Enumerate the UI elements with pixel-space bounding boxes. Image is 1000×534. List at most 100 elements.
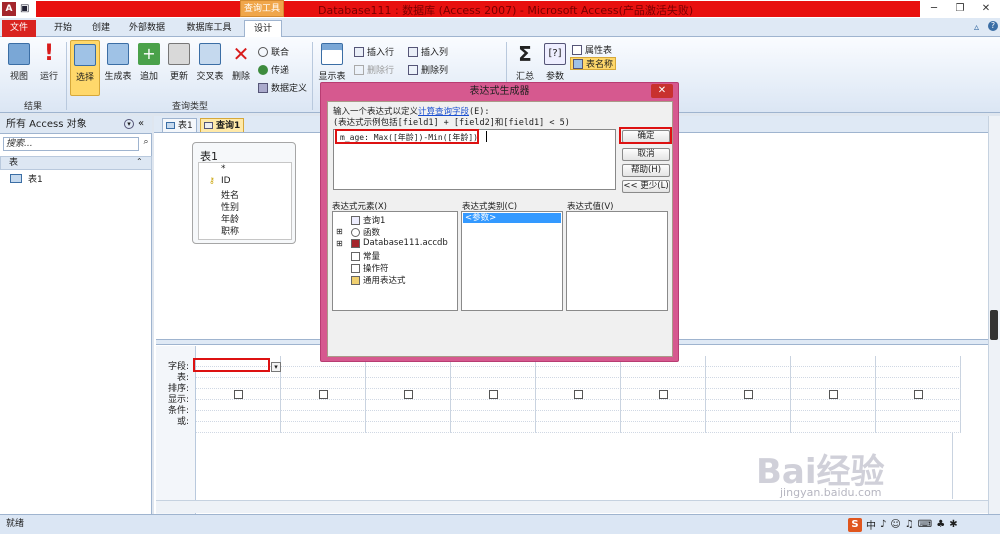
grid-cell[interactable] <box>791 367 876 378</box>
less-button[interactable]: << 更少(L) <box>622 180 670 193</box>
grid-cell[interactable] <box>706 356 791 367</box>
close-button[interactable]: ✕ <box>972 0 1000 17</box>
values-list[interactable] <box>566 211 668 311</box>
grid-cell[interactable] <box>536 400 621 411</box>
grid-cell[interactable] <box>451 422 536 433</box>
field-id[interactable]: ID <box>221 176 231 186</box>
grid-cell[interactable] <box>366 378 451 389</box>
show-checkbox[interactable] <box>743 390 753 399</box>
punctuation-icon[interactable]: ♪ <box>880 519 886 530</box>
tab-create[interactable]: 创建 <box>86 20 116 37</box>
grid-cell[interactable] <box>366 400 451 411</box>
tab-design[interactable]: 设计 <box>244 20 282 37</box>
grid-cell[interactable] <box>876 400 961 411</box>
tree-item-functions[interactable]: 函数 <box>351 226 380 238</box>
scrollbar-thumb[interactable] <box>990 310 998 340</box>
grid-cell[interactable] <box>706 422 791 433</box>
grid-cell[interactable] <box>791 356 876 367</box>
grid-cell[interactable] <box>366 367 451 378</box>
field-dropdown-icon[interactable]: ▾ <box>271 362 281 372</box>
union-button[interactable]: 联合 <box>258 45 289 58</box>
minimize-button[interactable]: ─ <box>920 0 948 17</box>
view-button[interactable]: 视图 <box>4 40 34 96</box>
tree-item-operators[interactable]: 操作符 <box>351 262 389 274</box>
grid-cell[interactable] <box>876 422 961 433</box>
nav-collapse-icon[interactable]: « <box>138 118 144 129</box>
help-button[interactable]: 帮助(H) <box>622 164 670 177</box>
doc-tab-table1[interactable]: 表1 <box>162 118 197 132</box>
grid-cell[interactable] <box>451 400 536 411</box>
grid-cell[interactable] <box>196 400 281 411</box>
grid-cell[interactable] <box>876 367 961 378</box>
field-star[interactable]: * <box>221 164 226 174</box>
grid-cell[interactable] <box>196 422 281 433</box>
tab-home[interactable]: 开始 <box>46 20 80 37</box>
show-checkbox[interactable] <box>233 390 243 399</box>
delete-row-button[interactable]: 删除行 <box>354 63 394 76</box>
grid-cell[interactable] <box>791 378 876 389</box>
access-logo-icon[interactable]: A <box>2 2 16 16</box>
grid-cell[interactable] <box>536 367 621 378</box>
insert-column-button[interactable]: 插入列 <box>408 45 448 58</box>
tab-external-data[interactable]: 外部数据 <box>122 20 172 37</box>
select-query-button[interactable]: 选择 <box>70 40 100 96</box>
grid-cell[interactable] <box>281 400 366 411</box>
grid-cell[interactable] <box>281 367 366 378</box>
insert-row-button[interactable]: 插入行 <box>354 45 394 58</box>
nav-search-input[interactable]: 搜索... <box>3 137 139 151</box>
expand-icon[interactable]: ⊞ <box>336 227 343 236</box>
show-checkbox[interactable] <box>488 390 498 399</box>
tree-item-common-expressions[interactable]: 通用表达式 <box>351 274 406 286</box>
save-icon[interactable]: ▣ <box>20 3 29 14</box>
table-names-button[interactable]: 表名称 <box>570 57 617 70</box>
grid-cell[interactable] <box>621 367 706 378</box>
ime-mode-label[interactable]: 中 <box>866 517 876 532</box>
tree-item-query1[interactable]: 查询1 <box>351 214 385 226</box>
settings-icon[interactable]: ✱ <box>949 519 957 530</box>
tab-file[interactable]: 文件 <box>2 20 36 37</box>
dialog-close-button[interactable]: ✕ <box>651 84 673 98</box>
grid-cell[interactable] <box>536 411 621 422</box>
nav-section-tables[interactable]: 表 <box>0 156 152 170</box>
property-sheet-button[interactable]: 属性表 <box>572 43 612 56</box>
doc-tab-query1[interactable]: 查询1 <box>200 118 245 132</box>
category-item-parameters[interactable]: <参数> <box>463 213 561 223</box>
grid-cell[interactable] <box>621 378 706 389</box>
grid-cell[interactable] <box>451 378 536 389</box>
show-checkbox[interactable] <box>403 390 413 399</box>
grid-cell[interactable] <box>706 411 791 422</box>
grid-cell[interactable] <box>876 411 961 422</box>
crosstab-button[interactable]: 交叉表 <box>194 40 226 96</box>
show-checkbox[interactable] <box>913 390 923 399</box>
grid-cell[interactable] <box>196 378 281 389</box>
tab-database-tools[interactable]: 数据库工具 <box>180 20 238 37</box>
show-checkbox[interactable] <box>658 390 668 399</box>
grid-cell[interactable] <box>536 422 621 433</box>
make-table-button[interactable]: 生成表 <box>102 40 134 96</box>
ime-toolbar[interactable]: S 中 ♪ ☺ ♫ ⌨ ♣ ✱ <box>848 516 1000 533</box>
cancel-button[interactable]: 取消 <box>622 148 670 161</box>
delete-query-button[interactable]: ✕ 删除 <box>226 40 256 96</box>
restore-button[interactable]: ❐ <box>946 0 974 17</box>
grid-cell[interactable] <box>791 400 876 411</box>
horizontal-scrollbar[interactable] <box>156 500 988 513</box>
show-checkbox[interactable] <box>828 390 838 399</box>
grid-cell[interactable] <box>706 400 791 411</box>
grid-cell[interactable] <box>281 411 366 422</box>
emoji-icon[interactable]: ☺ <box>890 519 900 530</box>
elements-tree[interactable]: 查询1 ⊞ 函数 ⊞ Database111.accdb 常量 操作符 通用表达… <box>332 211 458 311</box>
grid-cell[interactable] <box>706 367 791 378</box>
grid-cell[interactable] <box>281 378 366 389</box>
grid-cell[interactable] <box>621 422 706 433</box>
skin-icon[interactable]: ♣ <box>936 519 945 530</box>
grid-cell[interactable] <box>876 378 961 389</box>
nav-item-table1[interactable]: 表1 <box>10 172 43 185</box>
pass-through-button[interactable]: 传递 <box>258 63 289 76</box>
grid-cell[interactable] <box>621 400 706 411</box>
search-icon[interactable]: ⌕ <box>140 137 152 151</box>
nav-menu-dropdown-icon[interactable]: ▾ <box>124 119 134 129</box>
sogou-s-icon[interactable]: S <box>848 517 862 532</box>
grid-cell[interactable] <box>876 356 961 367</box>
data-definition-button[interactable]: 数据定义 <box>258 81 307 94</box>
section-collapse-icon[interactable]: ⌃ <box>136 157 143 166</box>
